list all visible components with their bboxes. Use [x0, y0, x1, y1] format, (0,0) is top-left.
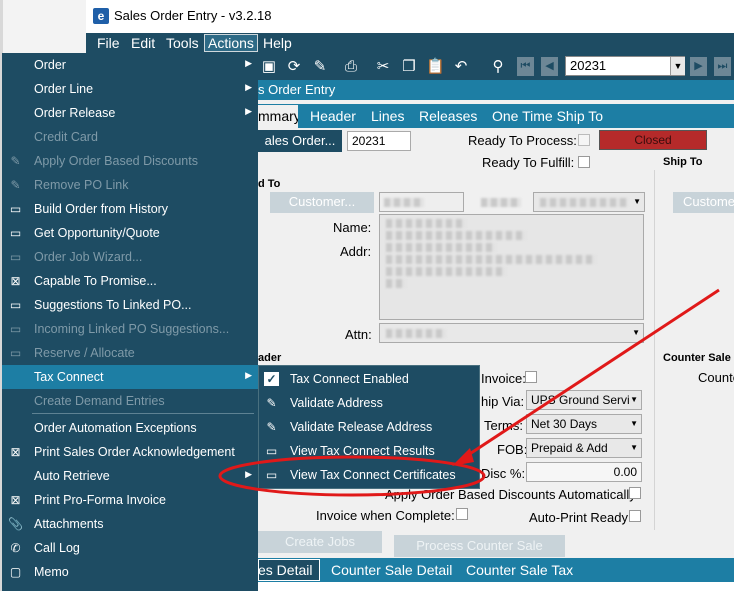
- annotation-arrowhead: [452, 448, 474, 466]
- annotation-ellipse: [218, 455, 486, 497]
- annotation-arrow-line: [461, 288, 720, 461]
- annotation-overlay: [218, 288, 720, 497]
